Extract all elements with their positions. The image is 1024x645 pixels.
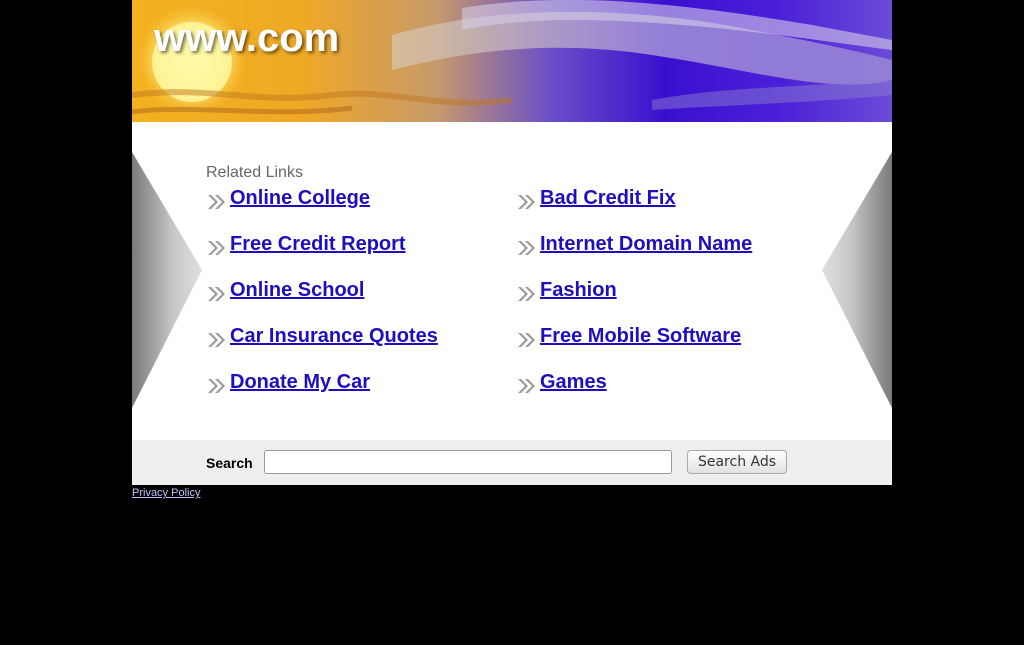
site-title: www.com xyxy=(154,16,340,60)
related-links-panel: Related Links Online College Free Credit… xyxy=(132,122,892,440)
left-arrow-shape xyxy=(132,152,202,408)
double-chevron-icon xyxy=(208,333,225,347)
link-online-college[interactable]: Online College xyxy=(230,186,370,210)
privacy-policy-link[interactable]: Privacy Policy xyxy=(132,487,200,499)
related-link-item: Free Credit Report xyxy=(206,232,438,278)
search-ads-button[interactable]: Search Ads xyxy=(687,450,787,474)
header-banner: www.com xyxy=(132,0,892,122)
double-chevron-icon xyxy=(518,379,535,393)
double-chevron-icon xyxy=(208,195,225,209)
related-link-item: Games xyxy=(516,370,752,416)
page-container: www.com Related Links Online College Fre… xyxy=(132,0,892,485)
related-link-item: Bad Credit Fix xyxy=(516,186,752,232)
double-chevron-icon xyxy=(518,241,535,255)
double-chevron-icon xyxy=(208,287,225,301)
link-games[interactable]: Games xyxy=(540,370,607,394)
related-link-item: Online College xyxy=(206,186,438,232)
double-chevron-icon xyxy=(518,287,535,301)
link-free-mobile-software[interactable]: Free Mobile Software xyxy=(540,324,741,348)
related-links-heading: Related Links xyxy=(206,164,303,181)
related-link-item: Car Insurance Quotes xyxy=(206,324,438,370)
search-label: Search xyxy=(206,455,253,471)
link-fashion[interactable]: Fashion xyxy=(540,278,617,302)
double-chevron-icon xyxy=(208,379,225,393)
link-donate-my-car[interactable]: Donate My Car xyxy=(230,370,370,394)
double-chevron-icon xyxy=(518,333,535,347)
search-input[interactable] xyxy=(264,450,672,474)
right-arrow-shape xyxy=(822,152,892,408)
double-chevron-icon xyxy=(208,241,225,255)
link-bad-credit-fix[interactable]: Bad Credit Fix xyxy=(540,186,676,210)
related-link-item: Free Mobile Software xyxy=(516,324,752,370)
related-link-item: Online School xyxy=(206,278,438,324)
related-links-left-column: Online College Free Credit Report Online… xyxy=(206,186,438,416)
double-chevron-icon xyxy=(518,195,535,209)
link-car-insurance-quotes[interactable]: Car Insurance Quotes xyxy=(230,324,438,348)
related-links-right-column: Bad Credit Fix Internet Domain Name Fash… xyxy=(516,186,752,416)
link-online-school[interactable]: Online School xyxy=(230,278,364,302)
search-bar: Search Search Ads xyxy=(132,440,892,485)
link-internet-domain-name[interactable]: Internet Domain Name xyxy=(540,232,752,256)
related-link-item: Fashion xyxy=(516,278,752,324)
related-link-item: Internet Domain Name xyxy=(516,232,752,278)
related-link-item: Donate My Car xyxy=(206,370,438,416)
link-free-credit-report[interactable]: Free Credit Report xyxy=(230,232,406,256)
